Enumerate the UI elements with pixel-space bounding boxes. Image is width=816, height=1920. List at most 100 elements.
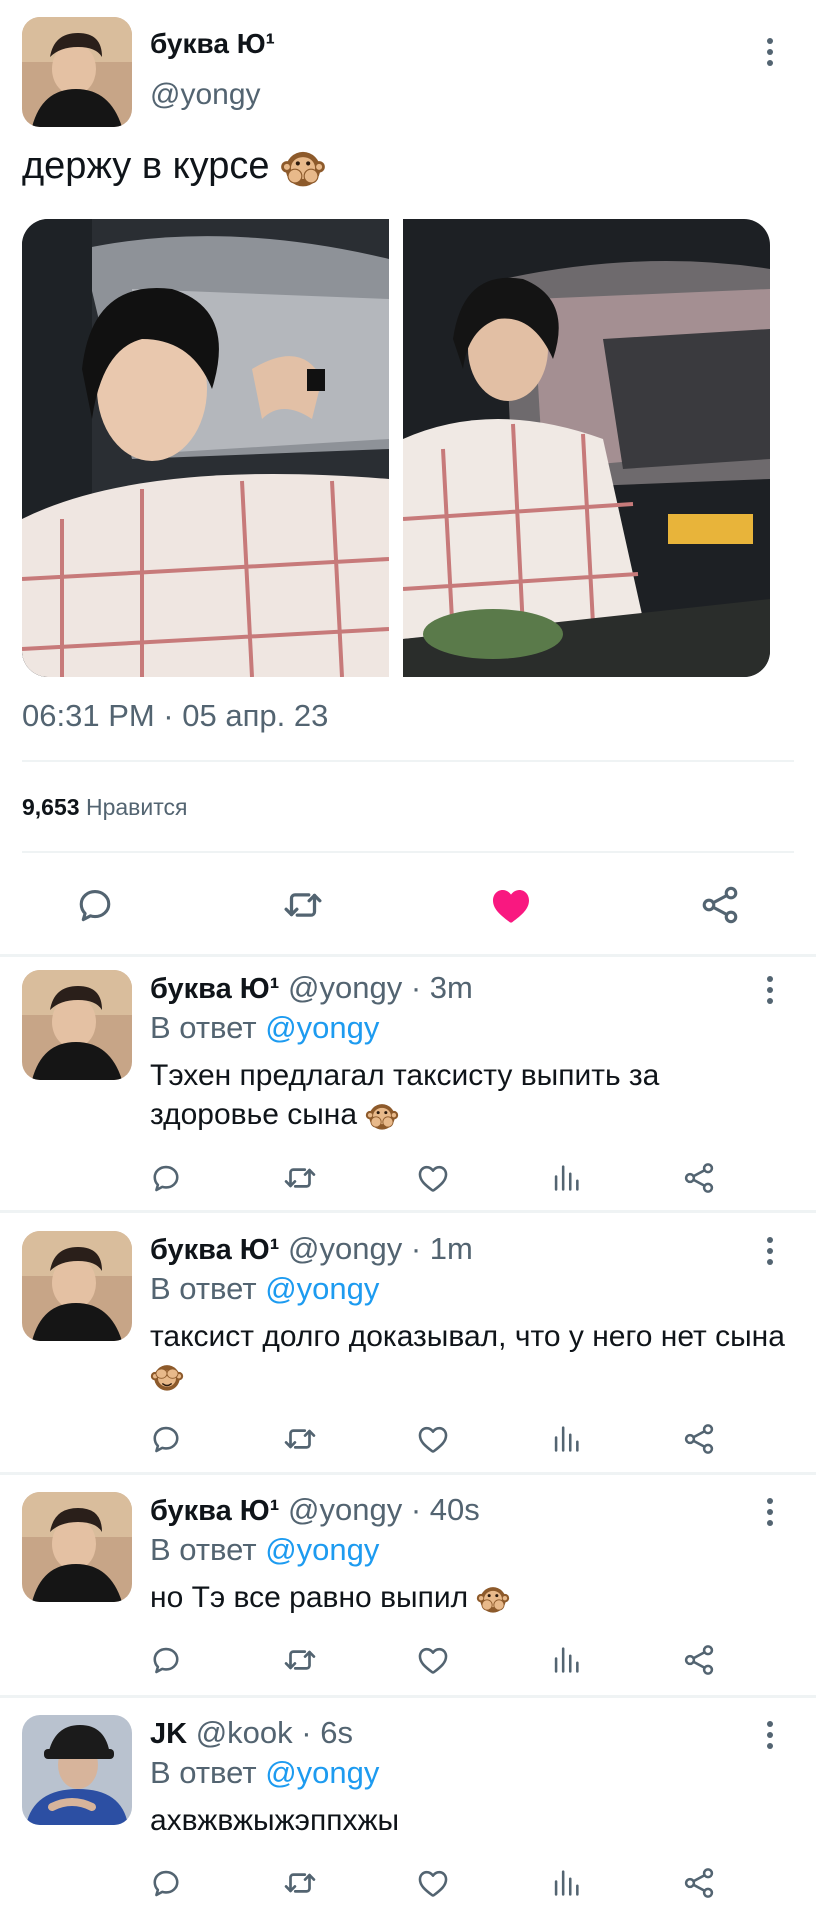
author-name[interactable]: буква Ю¹ (150, 1234, 279, 1266)
tweet-photo-2[interactable] (403, 219, 770, 677)
avatar-photo (22, 1492, 132, 1602)
separator (0, 1695, 816, 1698)
reply-context: В ответ @yongy (150, 1010, 379, 1046)
author-avatar[interactable] (22, 1231, 132, 1341)
tweet-timestamp[interactable]: 06:31 PM · 05 апр. 23 (22, 698, 328, 734)
more-options-icon[interactable] (755, 1715, 785, 1755)
share-button[interactable] (677, 1638, 721, 1682)
heart-icon (415, 1865, 451, 1901)
stats-icon (549, 1422, 583, 1456)
author-name[interactable]: буква Ю¹ (150, 973, 279, 1005)
reply-time[interactable]: 6s (320, 1715, 353, 1750)
author-handle[interactable]: @yongy (288, 970, 402, 1005)
reply-actions (0, 1861, 816, 1905)
share-button[interactable] (677, 1156, 721, 1200)
reply-icon (73, 883, 117, 927)
separator (0, 1472, 816, 1475)
author-handle[interactable]: @yongy (288, 1492, 402, 1527)
separator (0, 1210, 816, 1213)
share-button[interactable] (677, 1861, 721, 1905)
reply-tweet[interactable]: JK @kook · 6s В ответ @yongy ахвжвжыжэпп… (0, 1703, 816, 1918)
tweet-text: держу в курсе (22, 145, 326, 191)
tweet-photo-1[interactable] (22, 219, 389, 677)
reply-icon (148, 1865, 184, 1901)
reply-tweet[interactable]: буква Ю¹ @yongy · 1m В ответ @yongy такс… (0, 1219, 816, 1472)
reply-button[interactable] (144, 1638, 188, 1682)
heart-icon (415, 1160, 451, 1196)
speak-no-evil-monkey-icon (365, 1099, 399, 1133)
reply-button[interactable] (144, 1417, 188, 1461)
likes-count: 9,653 (22, 794, 80, 820)
retweet-icon (281, 1420, 319, 1458)
reply-button[interactable] (144, 1861, 188, 1905)
retweet-icon (281, 1641, 319, 1679)
reply-time[interactable]: 40s (430, 1492, 480, 1527)
retweet-button[interactable] (278, 1156, 322, 1200)
author-avatar[interactable] (22, 970, 132, 1080)
author-handle[interactable]: @kook (196, 1715, 293, 1750)
separator (0, 954, 816, 957)
author-name[interactable]: буква Ю¹ (150, 28, 275, 60)
likes-stat[interactable]: 9,653 Нравится (22, 794, 187, 821)
share-button[interactable] (677, 1417, 721, 1461)
analytics-button[interactable] (544, 1638, 588, 1682)
mention-link[interactable]: @yongy (265, 1010, 379, 1045)
author-handle[interactable]: @yongy (150, 78, 261, 112)
analytics-button[interactable] (544, 1156, 588, 1200)
reply-tweet[interactable]: буква Ю¹ @yongy · 40s В ответ @yongy но … (0, 1480, 816, 1695)
retweet-icon (281, 1864, 319, 1902)
reply-prefix: В ответ (150, 1755, 257, 1790)
heart-icon (415, 1642, 451, 1678)
speak-no-evil-monkey-icon (476, 1582, 510, 1616)
more-options-icon[interactable] (755, 1492, 785, 1532)
mention-link[interactable]: @yongy (265, 1755, 379, 1790)
like-button[interactable] (411, 1638, 455, 1682)
more-options-icon[interactable] (755, 970, 785, 1010)
reply-actions (0, 1417, 816, 1461)
author-avatar[interactable] (22, 1715, 132, 1825)
author-avatar[interactable] (22, 1492, 132, 1602)
speak-no-evil-monkey-icon (280, 145, 326, 191)
share-icon (681, 1865, 717, 1901)
see-no-evil-monkey-icon (150, 1360, 184, 1394)
retweet-button[interactable] (278, 1861, 322, 1905)
analytics-button[interactable] (544, 1861, 588, 1905)
share-icon (698, 883, 742, 927)
reply-time[interactable]: 3m (430, 970, 473, 1005)
heart-filled-icon (487, 881, 535, 929)
like-button[interactable] (411, 1417, 455, 1461)
reply-context: В ответ @yongy (150, 1532, 379, 1568)
like-button[interactable] (411, 1861, 455, 1905)
retweet-button[interactable] (278, 1417, 322, 1461)
author-handle[interactable]: @yongy (288, 1231, 402, 1266)
mention-link[interactable]: @yongy (265, 1271, 379, 1306)
reply-header: буква Ю¹ @yongy · 40s (150, 1492, 480, 1527)
stats-icon (549, 1643, 583, 1677)
author-name[interactable]: буква Ю¹ (150, 1495, 279, 1527)
retweet-icon (281, 1159, 319, 1197)
analytics-button[interactable] (544, 1417, 588, 1461)
share-button[interactable] (695, 880, 745, 930)
reply-button[interactable] (144, 1156, 188, 1200)
reply-icon (148, 1642, 184, 1678)
reply-text: ахвжвжыжэппхжы (150, 1801, 790, 1840)
author-avatar[interactable] (22, 17, 132, 127)
retweet-button[interactable] (278, 1638, 322, 1682)
reply-text: но Тэ все равно выпил (150, 1578, 790, 1617)
reply-button[interactable] (70, 880, 120, 930)
photo-car-interior-1 (22, 219, 389, 677)
more-options-icon[interactable] (755, 32, 785, 72)
author-name[interactable]: JK (150, 1718, 187, 1750)
reply-text: Тэхен предлагал таксисту выпить за здоро… (150, 1056, 790, 1134)
mention-link[interactable]: @yongy (265, 1532, 379, 1567)
reply-tweet[interactable]: буква Ю¹ @yongy · 3m В ответ @yongy Тэхе… (0, 958, 816, 1210)
tweet-text-content: держу в курсе (22, 145, 270, 188)
reply-time[interactable]: 1m (430, 1231, 473, 1266)
reply-text-content: Тэхен предлагал таксисту выпить за здоро… (150, 1059, 660, 1131)
retweet-button[interactable] (278, 880, 328, 930)
stats-icon (549, 1866, 583, 1900)
like-button[interactable] (486, 880, 536, 930)
like-button[interactable] (411, 1156, 455, 1200)
more-options-icon[interactable] (755, 1231, 785, 1271)
reply-context: В ответ @yongy (150, 1755, 379, 1791)
